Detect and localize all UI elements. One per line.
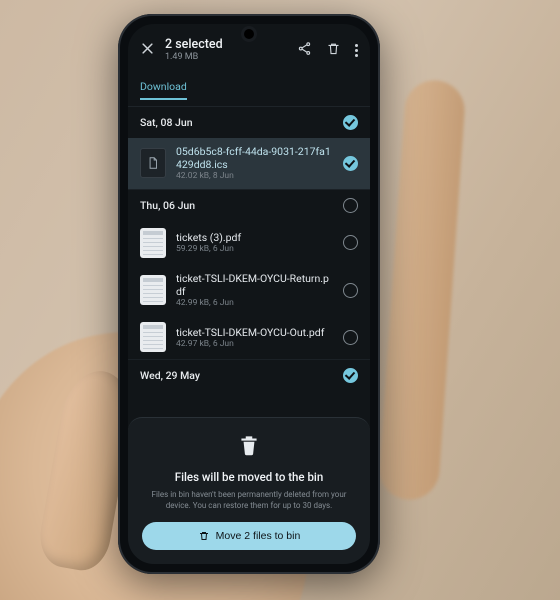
selection-size: 1.49 MB bbox=[165, 52, 287, 62]
date-label: Wed, 29 May bbox=[140, 369, 200, 382]
bottom-sheet: Files will be moved to the bin Files in … bbox=[128, 417, 370, 564]
file-subtext: 42.02 kB, 8 Jun bbox=[176, 171, 333, 182]
check-icon[interactable] bbox=[343, 368, 358, 383]
selection-count: 2 selected bbox=[165, 38, 287, 52]
close-icon[interactable] bbox=[140, 41, 155, 60]
move-to-bin-label: Move 2 files to bin bbox=[216, 530, 301, 542]
file-subtext: 59.29 kB, 6 Jun bbox=[176, 244, 333, 255]
file-name: ticket-TSLI-DKEM-OYCU-Return.pdf bbox=[176, 272, 333, 298]
file-row[interactable]: 05d6b5c8-fcff-44da-9031-217fa1429dd8.ics… bbox=[128, 138, 370, 189]
screen: 2 selected 1.49 MB Download bbox=[128, 24, 370, 564]
date-header[interactable]: Thu, 06 Jun bbox=[128, 189, 370, 221]
header-titles: 2 selected 1.49 MB bbox=[165, 38, 287, 63]
file-meta: 05d6b5c8-fcff-44da-9031-217fa1429dd8.ics… bbox=[176, 145, 333, 182]
share-icon[interactable] bbox=[297, 41, 312, 60]
overflow-menu-icon[interactable] bbox=[355, 44, 358, 57]
file-subtext: 42.99 kB, 6 Jun bbox=[176, 298, 333, 309]
date-label: Thu, 06 Jun bbox=[140, 199, 195, 212]
front-camera bbox=[244, 29, 254, 39]
file-meta: tickets (3).pdf 59.29 kB, 6 Jun bbox=[176, 231, 333, 255]
check-icon[interactable] bbox=[343, 115, 358, 130]
date-header[interactable]: Sat, 08 Jun bbox=[128, 107, 370, 138]
date-header[interactable]: Wed, 29 May bbox=[128, 359, 370, 391]
unchecked-icon[interactable] bbox=[343, 330, 358, 345]
photo-scene: 2 selected 1.49 MB Download bbox=[0, 0, 560, 600]
file-meta: ticket-TSLI-DKEM-OYCU-Out.pdf 42.97 kB, … bbox=[176, 326, 333, 350]
file-thumb-icon bbox=[140, 228, 166, 258]
sheet-description: Files in bin haven't been permanently de… bbox=[142, 490, 356, 512]
file-subtext: 42.97 kB, 6 Jun bbox=[176, 339, 333, 350]
breadcrumb-label: Download bbox=[140, 80, 187, 100]
unchecked-icon[interactable] bbox=[343, 198, 358, 213]
file-name: ticket-TSLI-DKEM-OYCU-Out.pdf bbox=[176, 326, 333, 339]
file-row[interactable]: ticket-TSLI-DKEM-OYCU-Out.pdf 42.97 kB, … bbox=[128, 315, 370, 359]
file-row[interactable]: ticket-TSLI-DKEM-OYCU-Return.pdf 42.99 k… bbox=[128, 265, 370, 316]
bin-icon bbox=[142, 432, 356, 462]
check-icon[interactable] bbox=[343, 156, 358, 171]
move-to-bin-button[interactable]: Move 2 files to bin bbox=[142, 522, 356, 550]
unchecked-icon[interactable] bbox=[343, 283, 358, 298]
file-list[interactable]: Sat, 08 Jun 05d6b5c8-fcff-44da-9031-217f… bbox=[128, 107, 370, 422]
sheet-title: Files will be moved to the bin bbox=[142, 470, 356, 484]
file-row[interactable]: tickets (3).pdf 59.29 kB, 6 Jun bbox=[128, 221, 370, 265]
trash-icon[interactable] bbox=[326, 41, 341, 60]
breadcrumb[interactable]: Download bbox=[128, 71, 370, 107]
file-name: 05d6b5c8-fcff-44da-9031-217fa1429dd8.ics bbox=[176, 145, 333, 171]
header-actions bbox=[297, 41, 358, 60]
phone-frame: 2 selected 1.49 MB Download bbox=[118, 14, 380, 574]
fingers bbox=[377, 78, 466, 501]
unchecked-icon[interactable] bbox=[343, 235, 358, 250]
file-thumb-icon bbox=[140, 322, 166, 352]
file-doc-icon bbox=[140, 148, 166, 178]
date-label: Sat, 08 Jun bbox=[140, 116, 193, 129]
file-meta: ticket-TSLI-DKEM-OYCU-Return.pdf 42.99 k… bbox=[176, 272, 333, 309]
file-thumb-icon bbox=[140, 275, 166, 305]
file-name: tickets (3).pdf bbox=[176, 231, 333, 244]
